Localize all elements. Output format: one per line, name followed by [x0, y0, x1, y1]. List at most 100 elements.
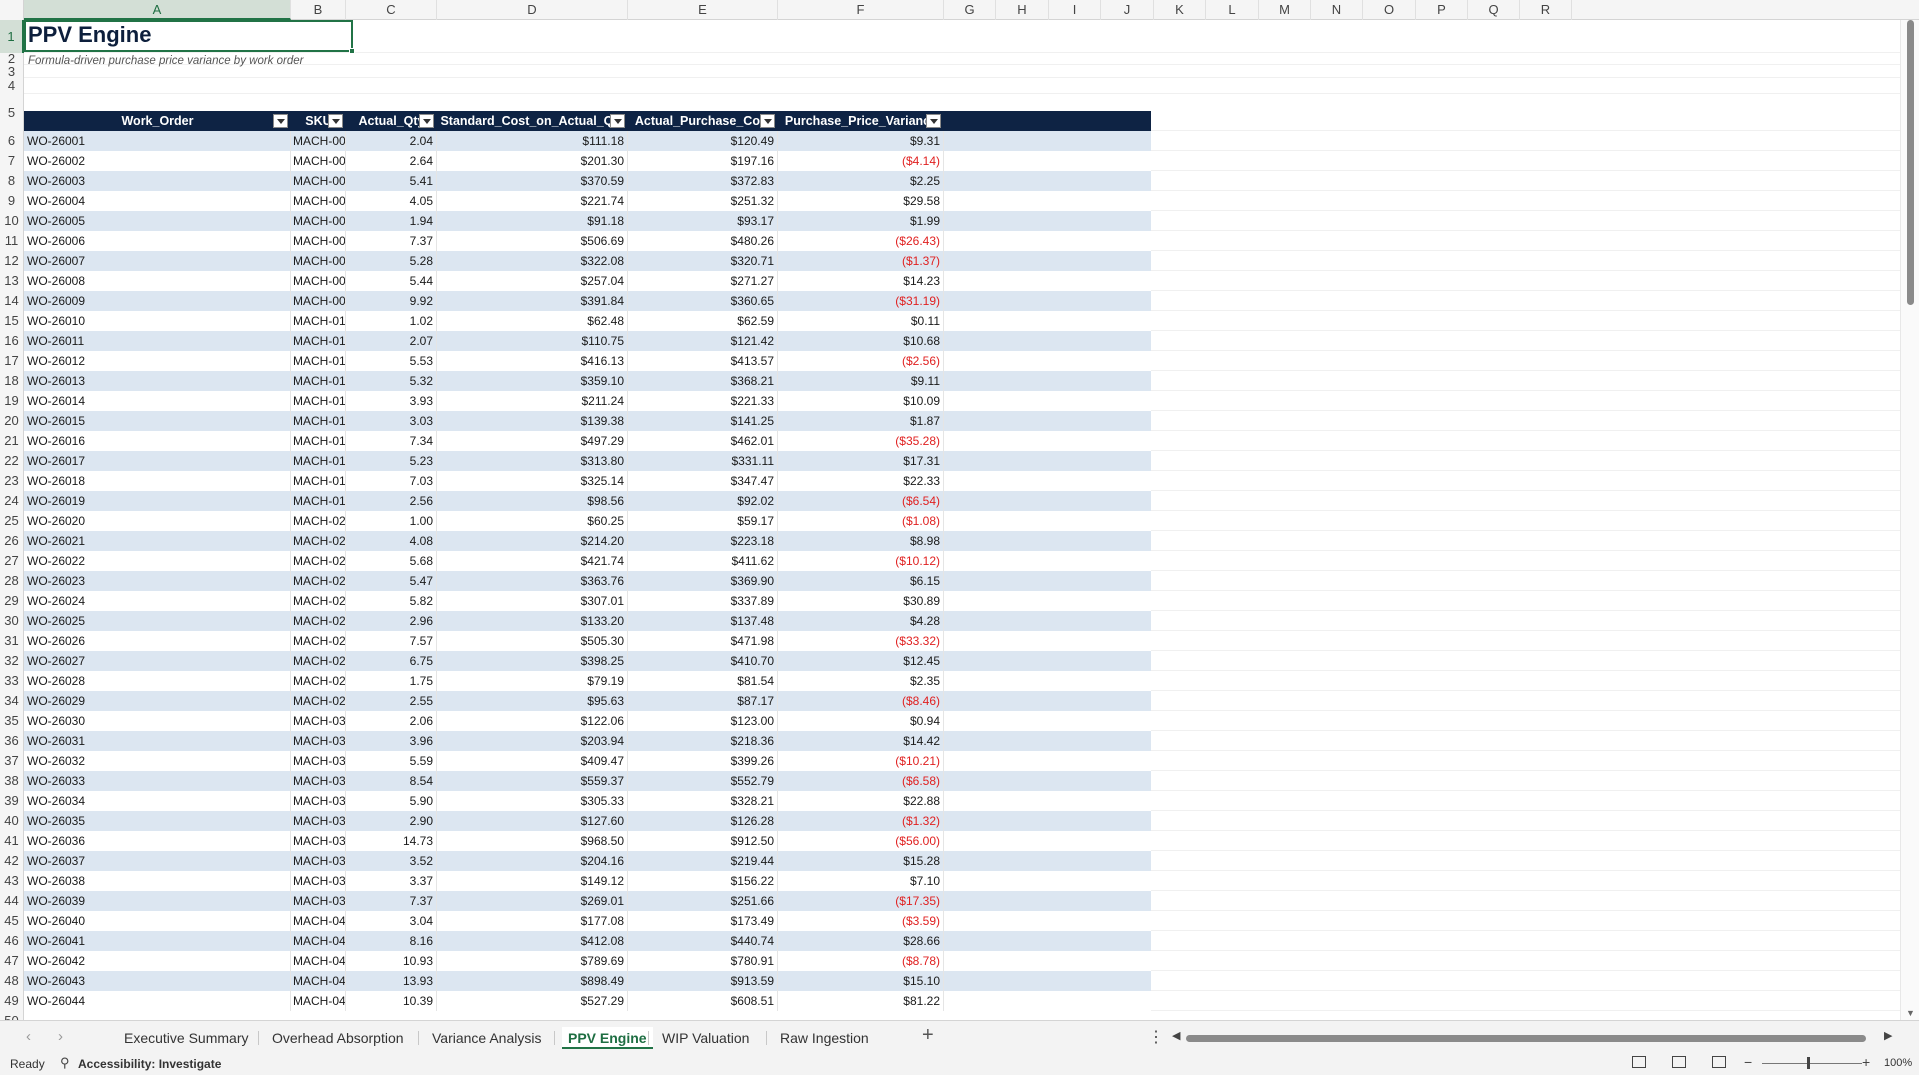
table-header-purchase-price-variance[interactable]: Purchase_Price_Variance: [778, 111, 944, 131]
cell-standard-cost-on-actual-qty[interactable]: $139.38: [437, 411, 628, 431]
cell-actual-qty[interactable]: 5.44: [346, 271, 437, 291]
cell-purchase-price-variance[interactable]: ($3.59): [778, 911, 944, 931]
cell-sku[interactable]: MACH-006: [291, 231, 346, 251]
cell-actual-purchase-cost[interactable]: $372.83: [628, 171, 778, 191]
row-header-9[interactable]: 9: [0, 191, 24, 211]
zoom-out-icon[interactable]: −: [1744, 1054, 1752, 1070]
row-header-21[interactable]: 21: [0, 431, 24, 451]
cell-work-order[interactable]: WO-26027: [24, 651, 291, 671]
cell-actual-qty[interactable]: 5.90: [346, 791, 437, 811]
cell-actual-qty[interactable]: 1.94: [346, 211, 437, 231]
more-options-icon[interactable]: ⋮: [1148, 1027, 1164, 1047]
row-header-30[interactable]: 30: [0, 611, 24, 631]
cell-actual-qty[interactable]: 3.04: [346, 911, 437, 931]
cell-sku[interactable]: MACH-038: [291, 871, 346, 891]
cell-actual-purchase-cost[interactable]: $197.16: [628, 151, 778, 171]
row-header-28[interactable]: 28: [0, 571, 24, 591]
cell-actual-purchase-cost[interactable]: $440.74: [628, 931, 778, 951]
column-header-l[interactable]: L: [1206, 0, 1259, 20]
cell-sku[interactable]: MACH-009: [291, 291, 346, 311]
cell-sku[interactable]: MACH-030: [291, 711, 346, 731]
row-header-49[interactable]: 49: [0, 991, 24, 1011]
cell-actual-purchase-cost[interactable]: $331.11: [628, 451, 778, 471]
cell-purchase-price-variance[interactable]: ($1.08): [778, 511, 944, 531]
cell-standard-cost-on-actual-qty[interactable]: $203.94: [437, 731, 628, 751]
column-header-e[interactable]: E: [628, 0, 778, 20]
cell-sku[interactable]: MACH-003: [291, 171, 346, 191]
cell-work-order[interactable]: WO-26035: [24, 811, 291, 831]
cell-actual-purchase-cost[interactable]: $471.98: [628, 631, 778, 651]
cell-work-order[interactable]: WO-26036: [24, 831, 291, 851]
cell-purchase-price-variance[interactable]: $1.99: [778, 211, 944, 231]
row-header-13[interactable]: 13: [0, 271, 24, 291]
row-header-20[interactable]: 20: [0, 411, 24, 431]
cell-actual-qty[interactable]: 5.47: [346, 571, 437, 591]
cell-actual-purchase-cost[interactable]: $399.26: [628, 751, 778, 771]
cell-sku[interactable]: MACH-028: [291, 671, 346, 691]
cell-work-order[interactable]: WO-26026: [24, 631, 291, 651]
cell-sku[interactable]: MACH-010: [291, 311, 346, 331]
cell-actual-qty[interactable]: 5.32: [346, 371, 437, 391]
cell-actual-qty[interactable]: 2.04: [346, 131, 437, 151]
cell-purchase-price-variance[interactable]: ($6.54): [778, 491, 944, 511]
table-header-actual-purchase-cost[interactable]: Actual_Purchase_Cost: [628, 111, 778, 131]
row-header-33[interactable]: 33: [0, 671, 24, 691]
cell-sku[interactable]: MACH-040: [291, 911, 346, 931]
cell-work-order[interactable]: WO-26011: [24, 331, 291, 351]
row-header-18[interactable]: 18: [0, 371, 24, 391]
cell-standard-cost-on-actual-qty[interactable]: $505.30: [437, 631, 628, 651]
cell-standard-cost-on-actual-qty[interactable]: $409.47: [437, 751, 628, 771]
cell-purchase-price-variance[interactable]: $0.94: [778, 711, 944, 731]
cell-purchase-price-variance[interactable]: $14.23: [778, 271, 944, 291]
cell-actual-qty[interactable]: 10.93: [346, 951, 437, 971]
cell-actual-qty[interactable]: 5.53: [346, 351, 437, 371]
cell-standard-cost-on-actual-qty[interactable]: $416.13: [437, 351, 628, 371]
cell-work-order[interactable]: WO-26044: [24, 991, 291, 1011]
cell-sku[interactable]: MACH-008: [291, 271, 346, 291]
cell-actual-qty[interactable]: 5.41: [346, 171, 437, 191]
cell-purchase-price-variance[interactable]: $22.33: [778, 471, 944, 491]
cell-actual-qty[interactable]: 2.64: [346, 151, 437, 171]
cell-purchase-price-variance[interactable]: ($6.58): [778, 771, 944, 791]
cell-actual-qty[interactable]: 8.54: [346, 771, 437, 791]
cell-sku[interactable]: MACH-013: [291, 371, 346, 391]
cell-work-order[interactable]: WO-26025: [24, 611, 291, 631]
cell-actual-purchase-cost[interactable]: $173.49: [628, 911, 778, 931]
zoom-level[interactable]: 100%: [1884, 1057, 1912, 1069]
filter-dropdown-icon[interactable]: [760, 114, 775, 128]
row-header-12[interactable]: 12: [0, 251, 24, 271]
page-layout-view-icon[interactable]: [1672, 1056, 1686, 1068]
cell-work-order[interactable]: WO-26041: [24, 931, 291, 951]
cell-actual-purchase-cost[interactable]: $368.21: [628, 371, 778, 391]
row-header-38[interactable]: 38: [0, 771, 24, 791]
worksheet-grid[interactable]: PPV Engine Formula-driven purchase price…: [24, 20, 1900, 1020]
scroll-right-arrow-icon[interactable]: ▶: [1884, 1029, 1892, 1042]
cell-standard-cost-on-actual-qty[interactable]: $79.19: [437, 671, 628, 691]
cell-sku[interactable]: MACH-017: [291, 451, 346, 471]
row-header-25[interactable]: 25: [0, 511, 24, 531]
tab-nav-next-icon[interactable]: ›: [58, 1028, 63, 1045]
cell-standard-cost-on-actual-qty[interactable]: $789.69: [437, 951, 628, 971]
row-header-23[interactable]: 23: [0, 471, 24, 491]
cell-actual-qty[interactable]: 14.73: [346, 831, 437, 851]
cell-standard-cost-on-actual-qty[interactable]: $91.18: [437, 211, 628, 231]
cell-sku[interactable]: MACH-005: [291, 211, 346, 231]
cell-purchase-price-variance[interactable]: $14.42: [778, 731, 944, 751]
cell-work-order[interactable]: WO-26003: [24, 171, 291, 191]
cell-purchase-price-variance[interactable]: ($2.56): [778, 351, 944, 371]
cell-actual-purchase-cost[interactable]: $141.25: [628, 411, 778, 431]
row-header-14[interactable]: 14: [0, 291, 24, 311]
cell-actual-purchase-cost[interactable]: $121.42: [628, 331, 778, 351]
cell-sku[interactable]: MACH-035: [291, 811, 346, 831]
cell-standard-cost-on-actual-qty[interactable]: $497.29: [437, 431, 628, 451]
cell-actual-purchase-cost[interactable]: $360.65: [628, 291, 778, 311]
fill-handle[interactable]: [349, 48, 355, 54]
cell-actual-qty[interactable]: 3.03: [346, 411, 437, 431]
cell-work-order[interactable]: WO-26028: [24, 671, 291, 691]
cell-sku[interactable]: MACH-024: [291, 591, 346, 611]
cell-work-order[interactable]: WO-26023: [24, 571, 291, 591]
cell-standard-cost-on-actual-qty[interactable]: $95.63: [437, 691, 628, 711]
cell-sku[interactable]: MACH-004: [291, 191, 346, 211]
cell-sku[interactable]: MACH-034: [291, 791, 346, 811]
cell-actual-qty[interactable]: 1.02: [346, 311, 437, 331]
